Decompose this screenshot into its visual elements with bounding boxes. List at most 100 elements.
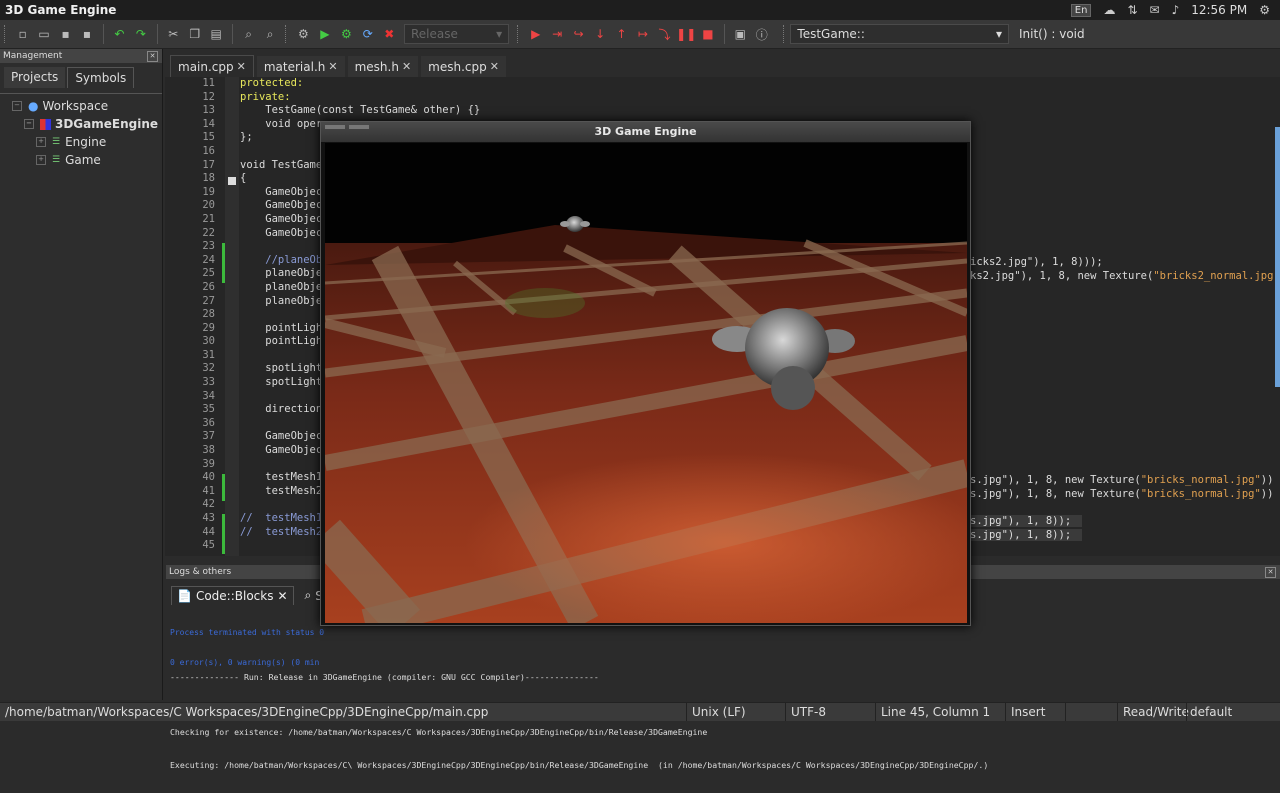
new-file-icon[interactable]: ▫ <box>14 25 31 43</box>
code-text: s.jpg"), 1, 8, new Texture( <box>970 474 1141 486</box>
vertical-scrollbar[interactable] <box>1275 127 1280 387</box>
collapse-icon[interactable]: − <box>12 101 22 111</box>
step-into-icon[interactable]: ↓ <box>591 25 608 43</box>
next-line-icon[interactable]: ↪ <box>570 25 587 43</box>
replace-icon[interactable]: ⌕ <box>261 25 278 43</box>
line-number: 15 <box>202 131 215 144</box>
code-line: private: <box>240 90 291 103</box>
tree-item-label: Game <box>65 153 101 167</box>
paste-icon[interactable]: ▤ <box>207 25 224 43</box>
open-file-icon[interactable]: ▭ <box>35 25 52 43</box>
tab-projects[interactable]: Projects <box>4 67 66 88</box>
cut-icon[interactable]: ✂ <box>165 25 182 43</box>
stop-debug-icon[interactable]: ■ <box>699 25 716 43</box>
log-line: Executing: /home/batman/Workspaces/C\ Wo… <box>170 760 989 770</box>
network-icon[interactable]: ⇅ <box>1127 3 1137 17</box>
tab-mesh-cpp[interactable]: mesh.cpp ✕ <box>421 56 506 77</box>
close-icon[interactable]: ✕ <box>237 60 246 73</box>
tab-symbols[interactable]: Symbols <box>67 67 135 88</box>
build-target-value: Release <box>410 27 458 41</box>
mail-icon[interactable]: ✉ <box>1150 3 1160 17</box>
expand-icon[interactable]: + <box>36 137 46 147</box>
search-icon: ⌕ <box>304 588 312 602</box>
tree-item-project[interactable]: − 3DGameEngine <box>0 115 162 133</box>
close-icon[interactable]: ✕ <box>1265 566 1276 578</box>
line-number: 14 <box>202 117 215 130</box>
line-number: 12 <box>202 90 215 103</box>
close-icon[interactable]: ✕ <box>147 50 158 62</box>
app-title: 3D Game Engine <box>5 3 117 17</box>
code-string: "bricks_normal.jpg" <box>1140 488 1261 500</box>
copy-icon[interactable]: ❐ <box>186 25 203 43</box>
run-icon[interactable]: ▶ <box>316 25 333 43</box>
tab-main-cpp[interactable]: main.cpp ✕ <box>170 55 254 77</box>
tree-item-workspace[interactable]: − ● Workspace <box>0 97 162 115</box>
line-number: 28 <box>202 308 215 321</box>
close-icon[interactable]: ✕ <box>277 589 287 603</box>
tab-label: mesh.h <box>354 59 399 74</box>
step-instruction-icon[interactable]: ⤵ <box>656 25 673 43</box>
abort-icon[interactable]: ✖ <box>381 25 398 43</box>
code-text: icks2.jpg"), 1, 8))); <box>970 256 1103 268</box>
logs-tabs: 📄 Code::Blocks ✕ ⌕ Sea <box>171 586 343 605</box>
line-number: 18 <box>202 172 215 185</box>
keyboard-layout-indicator[interactable]: En <box>1070 3 1092 17</box>
clock[interactable]: 12:56 PM <box>1191 3 1247 17</box>
close-icon[interactable]: ✕ <box>490 60 499 73</box>
debug-continue-icon[interactable]: ▶ <box>527 25 544 43</box>
line-number: 37 <box>202 430 215 443</box>
line-number: 40 <box>202 471 215 484</box>
cloud-icon[interactable]: ☁ <box>1103 3 1115 17</box>
code-text: )) <box>1260 488 1274 500</box>
tab-label: main.cpp <box>178 59 234 74</box>
build-gear-icon[interactable]: ⚙ <box>295 25 312 43</box>
close-icon[interactable]: ✕ <box>402 60 411 73</box>
volume-icon[interactable]: ♪ <box>1172 3 1180 17</box>
fold-collapse-icon[interactable] <box>228 177 236 185</box>
log-line: -------------- Run: Release in 3DGameEng… <box>170 672 599 682</box>
line-number: 29 <box>202 321 215 334</box>
build-run-icon[interactable]: ⚙ <box>338 25 355 43</box>
code-fragment: s.jpg"), 1, 8)); <box>970 515 1082 527</box>
function-select[interactable]: Init() : void <box>1013 24 1280 44</box>
debug-windows-icon[interactable]: ▣ <box>732 25 749 43</box>
expand-icon[interactable]: + <box>36 155 46 165</box>
window-minimize-button[interactable] <box>349 125 369 129</box>
rebuild-icon[interactable]: ⟳ <box>359 25 376 43</box>
game-viewport[interactable] <box>325 143 967 623</box>
save-icon[interactable]: ▪ <box>57 25 74 43</box>
folder-icon: ☰ <box>52 137 61 147</box>
line-number: 19 <box>202 185 215 198</box>
save-all-icon[interactable]: ▪ <box>78 25 95 43</box>
editor-tabs: main.cpp ✕ material.h ✕ mesh.h ✕ mesh.cpp ✕ <box>170 55 1280 77</box>
window-close-button[interactable] <box>325 125 345 129</box>
step-out-icon[interactable]: ↑ <box>613 25 630 43</box>
power-gear-icon[interactable]: ⚙ <box>1259 3 1270 17</box>
collapse-icon[interactable]: − <box>24 119 34 129</box>
undo-icon[interactable]: ↶ <box>111 25 128 43</box>
pause-icon[interactable]: ❚❚ <box>676 25 696 43</box>
next-instruction-icon[interactable]: ↦ <box>634 25 651 43</box>
debug-info-icon[interactable]: ⓘ <box>753 25 770 43</box>
game-window[interactable]: 3D Game Engine <box>320 121 971 626</box>
line-number: 30 <box>202 335 215 348</box>
system-top-bar: 3D Game Engine En ☁ ⇅ ✉ ♪ 12:56 PM ⚙ <box>0 0 1280 20</box>
tree-item-engine[interactable]: + ☰ Engine <box>0 133 162 151</box>
code-string: "bricks2_normal.jpg <box>1153 270 1274 282</box>
fold-margin[interactable] <box>225 77 239 556</box>
run-to-cursor-icon[interactable]: ⇥ <box>548 25 565 43</box>
tab-material-h[interactable]: material.h ✕ <box>256 56 345 77</box>
tree-item-game[interactable]: + ☰ Game <box>0 151 162 169</box>
game-window-titlebar[interactable]: 3D Game Engine <box>321 122 970 142</box>
close-icon[interactable]: ✕ <box>328 60 337 73</box>
toolbar-grip[interactable] <box>4 25 8 43</box>
build-target-select[interactable]: Release ▾ <box>403 24 510 44</box>
find-icon[interactable]: ⌕ <box>240 25 257 43</box>
change-marker <box>222 243 225 283</box>
tab-codeblocks-log[interactable]: 📄 Code::Blocks ✕ <box>171 586 294 605</box>
scope-select[interactable]: TestGame:: ▾ <box>790 24 1009 44</box>
tab-mesh-h[interactable]: mesh.h ✕ <box>347 56 419 77</box>
code-text: s.jpg"), 1, 8, new Texture( <box>970 488 1141 500</box>
line-number: 21 <box>202 212 215 225</box>
redo-icon[interactable]: ↷ <box>132 25 149 43</box>
